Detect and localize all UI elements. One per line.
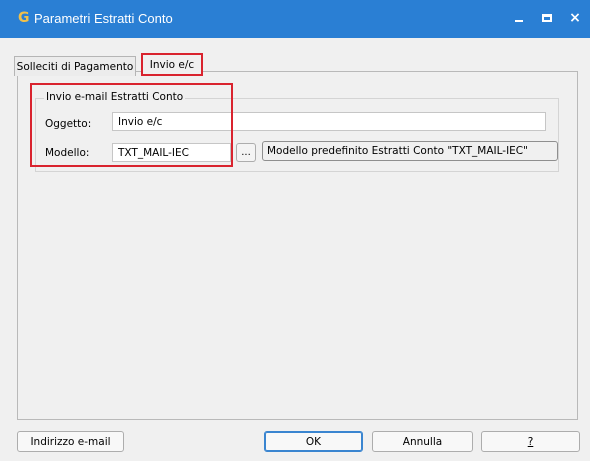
tab-label: Solleciti di Pagamento <box>16 60 134 73</box>
tab-solleciti-di-pagamento[interactable]: Solleciti di Pagamento <box>14 56 136 76</box>
subject-value: Invio e/c <box>118 115 163 128</box>
button-label: OK <box>305 435 322 448</box>
maximize-icon <box>542 14 552 22</box>
tab-label: Invio e/c <box>149 58 195 71</box>
tab-invio-ec[interactable]: Invio e/c <box>141 53 203 76</box>
help-button[interactable]: ? <box>481 431 580 452</box>
template-input[interactable]: TXT_MAIL-IEC <box>112 143 231 162</box>
help-icon: ? <box>527 435 534 448</box>
app-logo-icon: G <box>18 10 30 26</box>
button-label: Annulla <box>402 435 443 448</box>
email-address-button[interactable]: Indirizzo e-mail <box>17 431 124 452</box>
subject-label: Oggetto: <box>45 118 92 130</box>
groupbox-title: Invio e-mail Estratti Conto <box>44 91 186 103</box>
title-bar: G Parametri Estratti Conto × <box>0 0 590 38</box>
close-button[interactable]: × <box>561 5 589 31</box>
window-title: Parametri Estratti Conto <box>34 11 173 26</box>
template-description-field: Modello predefinito Estratti Conto "TXT_… <box>262 141 558 161</box>
ok-button[interactable]: OK <box>264 431 363 452</box>
close-icon: × <box>569 10 581 26</box>
browse-template-button[interactable]: ... <box>236 143 256 162</box>
minimize-icon <box>515 20 523 22</box>
subject-input[interactable]: Invio e/c <box>112 112 546 131</box>
cancel-button[interactable]: Annulla <box>372 431 473 452</box>
button-label: Indirizzo e-mail <box>30 435 111 448</box>
template-description: Modello predefinito Estratti Conto "TXT_… <box>267 145 528 157</box>
maximize-button[interactable] <box>533 5 561 31</box>
ellipsis-icon: ... <box>241 147 251 158</box>
template-value: TXT_MAIL-IEC <box>118 146 189 159</box>
minimize-button[interactable] <box>505 5 533 31</box>
template-label: Modello: <box>45 147 90 159</box>
